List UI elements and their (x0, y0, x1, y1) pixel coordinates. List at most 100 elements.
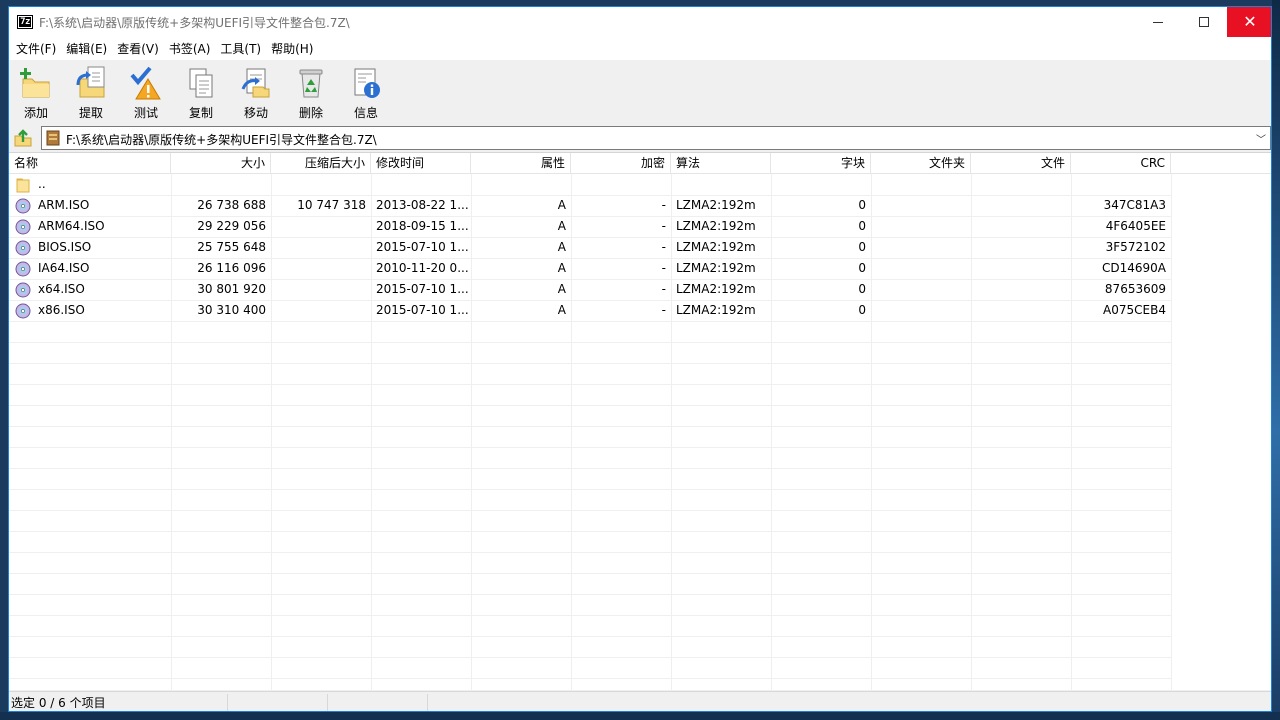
table-row[interactable]: IA64.ISO 26 116 096 2010-11-20 0... A - … (9, 258, 1171, 279)
delete-button[interactable]: 删除 (284, 60, 338, 124)
grid-line (9, 342, 1171, 343)
add-button[interactable]: 添加 (9, 60, 63, 124)
address-bar[interactable]: F:\系统\启动器\原版传统+多架构UEFI引导文件整合包.7Z\ ﹀ (41, 126, 1271, 150)
grid-line (9, 363, 1171, 364)
grid-line (9, 573, 1171, 574)
column-encrypted[interactable]: 加密 (571, 153, 671, 174)
file-modified: 2018-09-15 1... (376, 219, 469, 233)
disc-image-icon (15, 219, 31, 235)
grid-line (9, 510, 1171, 511)
maximize-button[interactable] (1181, 7, 1227, 37)
column-name[interactable]: 名称 (9, 153, 171, 174)
grid-line (9, 489, 1171, 490)
maximize-icon (1199, 17, 1209, 27)
copy-label: 复制 (188, 106, 213, 120)
delete-icon (299, 69, 323, 98)
menu-help[interactable]: 帮助(H) (266, 40, 318, 57)
column-block[interactable]: 字块 (771, 153, 871, 174)
file-crc: 4F6405EE (1105, 219, 1166, 233)
extract-icon (76, 66, 105, 98)
list-item-parent-folder[interactable]: .. (9, 174, 1171, 195)
file-encrypted: - (661, 219, 666, 233)
info-label: 信息 (353, 106, 378, 120)
grid-line (9, 636, 1171, 637)
address-path: F:\系统\启动器\原版传统+多架构UEFI引导文件整合包.7Z\ (66, 133, 377, 147)
delete-label: 删除 (298, 106, 323, 120)
address-row: F:\系统\启动器\原版传统+多架构UEFI引导文件整合包.7Z\ ﹀ (9, 125, 1271, 151)
grid-line (9, 615, 1171, 616)
list-header: 名称 大小 压缩后大小 修改时间 属性 加密 算法 字块 文件夹 文件 CRC (9, 153, 1271, 174)
info-button[interactable]: 信息 (339, 60, 393, 124)
copy-icon (189, 68, 213, 98)
menu-tools[interactable]: 工具(T) (215, 40, 266, 57)
column-size[interactable]: 大小 (171, 153, 271, 174)
7zip-app-icon: 7z (17, 15, 33, 29)
table-row[interactable]: BIOS.ISO 25 755 648 2015-07-10 1... A - … (9, 237, 1171, 258)
file-method: LZMA2:192m (676, 261, 756, 275)
file-block: 0 (858, 261, 866, 275)
copy-button[interactable]: 复制 (174, 60, 228, 124)
up-folder-icon[interactable] (13, 128, 33, 148)
file-method: LZMA2:192m (676, 240, 756, 254)
file-list: 名称 大小 压缩后大小 修改时间 属性 加密 算法 字块 文件夹 文件 CRC (9, 152, 1271, 690)
grid-line (9, 426, 1171, 427)
grid-line (1171, 174, 1172, 690)
file-name: x64.ISO (38, 282, 85, 296)
close-button[interactable]: ✕ (1227, 7, 1271, 37)
disc-image-icon (15, 198, 31, 214)
file-method: LZMA2:192m (676, 198, 756, 212)
archive-icon (46, 130, 60, 146)
file-attributes: A (557, 282, 566, 296)
minimize-button[interactable] (1135, 7, 1181, 37)
file-size: 26 738 688 (197, 198, 266, 212)
status-selection: 选定 0 / 6 个项目 (9, 694, 228, 711)
grid-line (9, 405, 1171, 406)
menu-view[interactable]: 查看(V) (112, 40, 164, 57)
menu-file[interactable]: 文件(F) (11, 40, 61, 57)
grid-line (9, 531, 1171, 532)
disc-image-icon (15, 240, 31, 256)
chevron-down-icon[interactable]: ﹀ (1256, 131, 1266, 146)
menu-bookmarks[interactable]: 书签(A) (164, 40, 216, 57)
grid-line (9, 552, 1171, 553)
file-attributes: A (557, 303, 566, 317)
file-encrypted: - (661, 198, 666, 212)
file-attributes: A (557, 240, 566, 254)
folder-icon (16, 178, 30, 193)
file-block: 0 (858, 240, 866, 254)
grid-line (9, 657, 1171, 658)
file-name: .. (38, 177, 46, 191)
minimize-icon (1153, 21, 1163, 23)
column-folders[interactable]: 文件夹 (871, 153, 971, 174)
column-attributes[interactable]: 属性 (471, 153, 571, 174)
grid-line (9, 384, 1171, 385)
grid-line (9, 447, 1171, 448)
column-files[interactable]: 文件 (971, 153, 1071, 174)
table-row[interactable]: ARM.ISO 26 738 688 10 747 318 2013-08-22… (9, 195, 1171, 216)
file-crc: 3F572102 (1105, 240, 1166, 254)
file-modified: 2013-08-22 1... (376, 198, 469, 212)
column-modified[interactable]: 修改时间 (371, 153, 471, 174)
title-bar[interactable]: 7z F:\系统\启动器\原版传统+多架构UEFI引导文件整合包.7Z\ ✕ (9, 7, 1271, 37)
extract-button[interactable]: 提取 (64, 60, 118, 124)
grid-line (9, 321, 1171, 322)
column-packed-size[interactable]: 压缩后大小 (271, 153, 371, 174)
move-button[interactable]: 移动 (229, 60, 283, 124)
close-icon: ✕ (1243, 12, 1257, 31)
test-button[interactable]: 测试 (119, 60, 173, 124)
file-block: 0 (858, 219, 866, 233)
table-row[interactable]: ARM64.ISO 29 229 056 2018-09-15 1... A -… (9, 216, 1171, 237)
extract-label: 提取 (78, 106, 103, 120)
table-row[interactable]: x64.ISO 30 801 920 2015-07-10 1... A - L… (9, 279, 1171, 300)
file-size: 29 229 056 (197, 219, 266, 233)
file-method: LZMA2:192m (676, 219, 756, 233)
column-method[interactable]: 算法 (671, 153, 771, 174)
grid-line (9, 678, 1171, 679)
table-row[interactable]: x86.ISO 30 310 400 2015-07-10 1... A - L… (9, 300, 1171, 321)
move-label: 移动 (243, 106, 268, 120)
menu-edit[interactable]: 编辑(E) (61, 40, 112, 57)
file-attributes: A (557, 261, 566, 275)
column-crc[interactable]: CRC (1071, 153, 1171, 174)
file-size: 25 755 648 (197, 240, 266, 254)
grid-line (9, 594, 1171, 595)
